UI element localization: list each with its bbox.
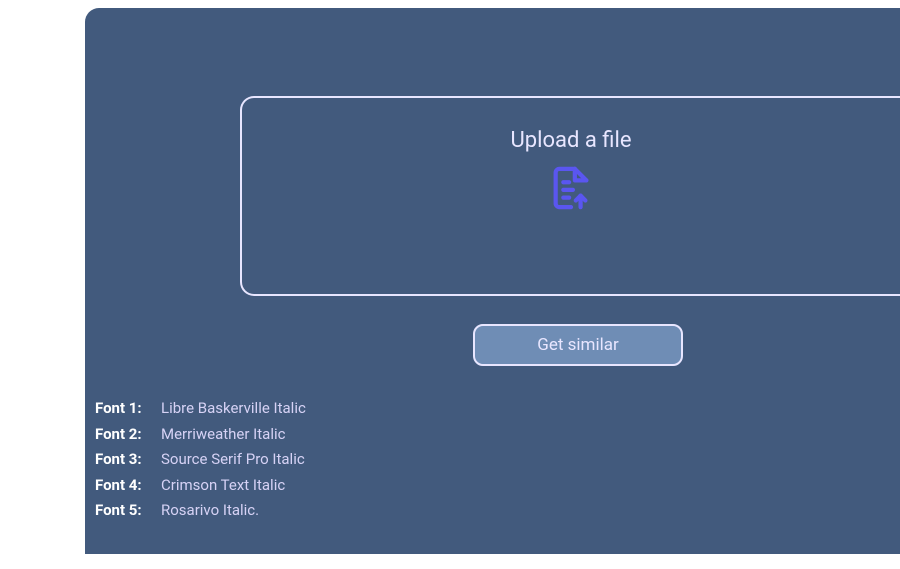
list-item: Font 1: Libre Baskerville Italic — [95, 396, 306, 422]
upload-title: Upload a file — [511, 128, 632, 153]
font-label: Font 5: — [95, 498, 151, 524]
font-label: Font 3: — [95, 447, 151, 473]
font-label: Font 4: — [95, 473, 151, 499]
get-similar-button[interactable]: Get similar — [473, 324, 683, 366]
font-label: Font 1: — [95, 396, 151, 422]
main-panel: Upload a file Get similar Font 1: Libre … — [85, 8, 900, 554]
font-results-list: Font 1: Libre Baskerville Italic Font 2:… — [95, 396, 306, 524]
font-name: Source Serif Pro Italic — [161, 447, 305, 473]
list-item: Font 5: Rosarivo Italic. — [95, 498, 306, 524]
file-upload-icon — [548, 165, 594, 215]
font-label: Font 2: — [95, 422, 151, 448]
upload-dropzone[interactable]: Upload a file — [240, 96, 900, 296]
font-name: Libre Baskerville Italic — [161, 396, 306, 422]
font-name: Crimson Text Italic — [161, 473, 285, 499]
font-name: Rosarivo Italic. — [161, 498, 259, 524]
font-name: Merriweather Italic — [161, 422, 285, 448]
list-item: Font 4: Crimson Text Italic — [95, 473, 306, 499]
list-item: Font 3: Source Serif Pro Italic — [95, 447, 306, 473]
list-item: Font 2: Merriweather Italic — [95, 422, 306, 448]
